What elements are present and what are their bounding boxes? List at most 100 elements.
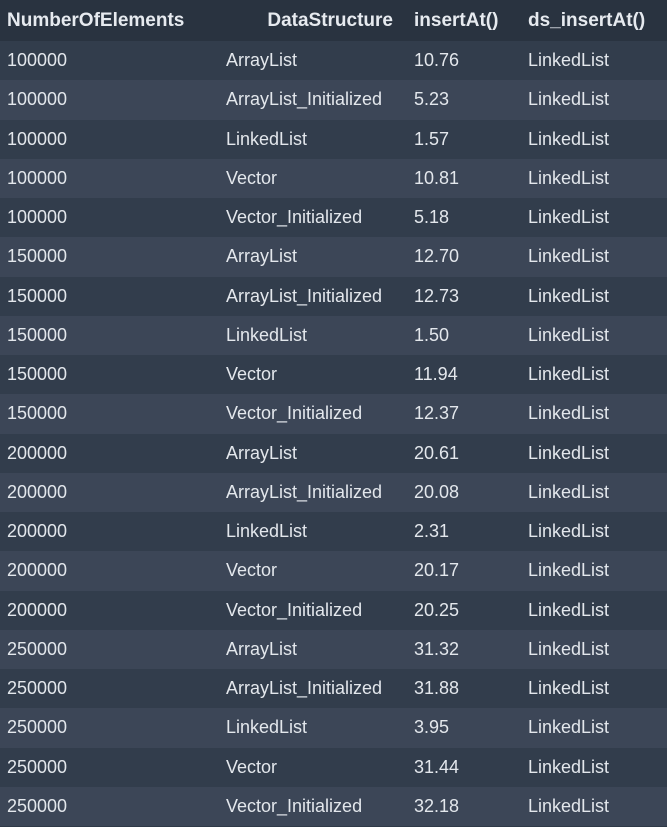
cell-ds-insert-at: LinkedList	[528, 403, 610, 424]
cell-number-of-elements: 200000	[7, 481, 68, 502]
cell-number-of-elements: 250000	[7, 638, 68, 659]
cell-data-structure: ArrayList_Initialized	[226, 678, 383, 699]
table-row: 250000 ArrayList 31.32 LinkedList	[0, 629, 667, 669]
cell-data-structure: Vector_Initialized	[226, 403, 363, 424]
cell-number-of-elements: 250000	[7, 756, 68, 777]
cell-number-of-elements: 100000	[7, 167, 68, 188]
cell-ds-insert-at: LinkedList	[528, 678, 610, 699]
cell-ds-insert-at: LinkedList	[528, 717, 610, 738]
cell-number-of-elements: 150000	[7, 324, 68, 345]
table-row: 150000 Vector 11.94 LinkedList	[0, 355, 667, 395]
cell-number-of-elements: 100000	[7, 207, 68, 228]
cell-data-structure: Vector	[226, 560, 278, 581]
cell-number-of-elements: 200000	[7, 560, 68, 581]
table-row: 250000 Vector 31.44 LinkedList	[0, 747, 667, 787]
cell-insert-at: 31.32	[414, 638, 460, 659]
column-header-data-structure[interactable]: DataStructure	[220, 0, 407, 41]
cell-number-of-elements: 100000	[7, 128, 68, 149]
table-row: 150000 LinkedList 1.50 LinkedList	[0, 315, 667, 355]
table-row: 200000 Vector 20.17 LinkedList	[0, 551, 667, 591]
cell-ds-insert-at: LinkedList	[528, 167, 610, 188]
cell-ds-insert-at: LinkedList	[528, 442, 610, 463]
table-row: 100000 Vector_Initialized 5.18 LinkedList	[0, 198, 667, 238]
cell-insert-at: 5.23	[414, 89, 450, 110]
cell-data-structure: LinkedList	[226, 324, 308, 345]
cell-number-of-elements: 200000	[7, 442, 68, 463]
cell-number-of-elements: 150000	[7, 285, 68, 306]
cell-insert-at: 20.25	[414, 599, 460, 620]
cell-insert-at: 32.18	[414, 795, 460, 816]
cell-ds-insert-at: LinkedList	[528, 324, 610, 345]
cell-ds-insert-at: LinkedList	[528, 638, 610, 659]
cell-data-structure: LinkedList	[226, 717, 308, 738]
column-header-insert-at[interactable]: insertAt()	[407, 0, 521, 41]
cell-data-structure: ArrayList_Initialized	[226, 89, 383, 110]
cell-data-structure: Vector_Initialized	[226, 207, 363, 228]
cell-data-structure: ArrayList_Initialized	[226, 481, 383, 502]
column-header-ds-insert-at[interactable]: ds_insertAt()	[521, 0, 667, 41]
cell-insert-at: 11.94	[414, 364, 458, 385]
table-row: 200000 LinkedList 2.31 LinkedList	[0, 512, 667, 552]
cell-insert-at: 31.44	[414, 756, 460, 777]
cell-data-structure: LinkedList	[226, 521, 308, 542]
table-row: 200000 Vector_Initialized 20.25 LinkedList	[0, 590, 667, 630]
cell-insert-at: 12.70	[414, 246, 460, 267]
table-row: 200000 ArrayList 20.61 LinkedList	[0, 433, 667, 473]
cell-insert-at: 20.61	[414, 442, 460, 463]
cell-number-of-elements: 250000	[7, 678, 68, 699]
table-row: 100000 LinkedList 1.57 LinkedList	[0, 119, 667, 159]
table-row: 250000 ArrayList_Initialized 31.88 LinkedLi…	[0, 669, 667, 709]
table-row: 100000 ArrayList 10.76 LinkedList	[0, 41, 667, 81]
cell-insert-at: 20.17	[414, 560, 460, 581]
cell-data-structure: Vector	[226, 167, 278, 188]
table-row: 100000 Vector 10.81 LinkedList	[0, 158, 667, 198]
cell-data-structure: Vector_Initialized	[226, 599, 363, 620]
table-row: 150000 Vector_Initialized 12.37 LinkedList	[0, 394, 667, 434]
cell-data-structure: ArrayList	[226, 246, 298, 267]
cell-ds-insert-at: LinkedList	[528, 285, 610, 306]
table-row: 150000 ArrayList 12.70 LinkedList	[0, 237, 667, 277]
cell-number-of-elements: 100000	[7, 50, 68, 71]
cell-ds-insert-at: LinkedList	[528, 207, 610, 228]
cell-insert-at: 10.81	[414, 167, 460, 188]
cell-data-structure: Vector_Initialized	[226, 795, 363, 816]
cell-ds-insert-at: LinkedList	[528, 128, 610, 149]
table-row: 150000 ArrayList_Initialized 12.73 LinkedLi…	[0, 276, 667, 316]
cell-number-of-elements: 250000	[7, 795, 68, 816]
cell-ds-insert-at: LinkedList	[528, 599, 610, 620]
cell-ds-insert-at: LinkedList	[528, 89, 610, 110]
column-header-number-of-elements[interactable]: NumberOfElements	[0, 0, 220, 41]
cell-insert-at: 1.57	[414, 128, 450, 149]
cell-ds-insert-at: LinkedList	[528, 756, 610, 777]
cell-number-of-elements: 100000	[7, 89, 68, 110]
cell-data-structure: ArrayList	[226, 638, 298, 659]
results-table: NumberOfElements DataStructure insertAt(…	[0, 0, 667, 826]
cell-ds-insert-at: LinkedList	[528, 364, 610, 385]
cell-ds-insert-at: LinkedList	[528, 50, 610, 71]
cell-insert-at: 2.31	[414, 521, 450, 542]
header-row: NumberOfElements DataStructure insertAt(…	[0, 0, 667, 41]
cell-number-of-elements: 200000	[7, 521, 68, 542]
cell-insert-at: 1.50	[414, 324, 450, 345]
cell-data-structure: Vector	[226, 364, 278, 385]
cell-number-of-elements: 200000	[7, 599, 68, 620]
cell-insert-at: 12.37	[414, 403, 460, 424]
cell-ds-insert-at: LinkedList	[528, 521, 610, 542]
table-body: 100000 ArrayList 10.76 LinkedList 100000 Arra…	[0, 41, 667, 826]
cell-insert-at: 3.95	[414, 717, 450, 738]
cell-ds-insert-at: LinkedList	[528, 560, 610, 581]
cell-ds-insert-at: LinkedList	[528, 481, 610, 502]
cell-number-of-elements: 150000	[7, 246, 68, 267]
cell-data-structure: Vector	[226, 756, 278, 777]
cell-number-of-elements: 150000	[7, 403, 68, 424]
cell-number-of-elements: 250000	[7, 717, 68, 738]
cell-data-structure: ArrayList_Initialized	[226, 285, 383, 306]
cell-insert-at: 10.76	[414, 50, 460, 71]
cell-insert-at: 31.88	[414, 678, 460, 699]
cell-data-structure: ArrayList	[226, 442, 298, 463]
cell-insert-at: 12.73	[414, 285, 460, 306]
cell-ds-insert-at: LinkedList	[528, 246, 610, 267]
cell-data-structure: ArrayList	[226, 50, 298, 71]
table-row: 250000 LinkedList 3.95 LinkedList	[0, 708, 667, 748]
cell-data-structure: LinkedList	[226, 128, 308, 149]
